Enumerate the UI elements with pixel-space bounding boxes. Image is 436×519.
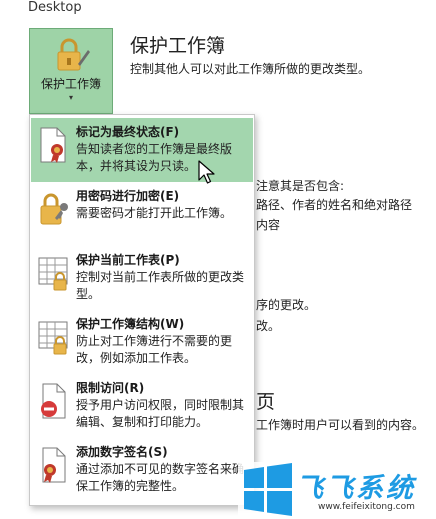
background-text: 内容 [256,218,281,232]
background-section-title: 页 [256,391,276,413]
workbook-lock-icon [38,321,68,355]
final-doc-icon [40,127,66,163]
menu-item-title: 添加数字签名(S) [76,445,168,459]
menu-item-description: 控制对当前工作表所做的更改类型。 [76,270,245,301]
background-text: 注意其是否包含: [256,179,345,193]
menu-item-description: 告知读者您的工作簿是最终版本，并将其设为只读。 [76,142,233,173]
menu-item-title: 用密码进行加密(E) [76,189,180,203]
menu-item-protect-sheet[interactable]: 保护当前工作表(P) 控制对当前工作表所做的更改类型。 [31,246,253,310]
background-text: 序的更改。 [256,298,317,312]
menu-item-mark-final[interactable]: 标记为最终状态(F) 告知读者您的工作簿是最终版本，并将其设为只读。 [31,118,253,182]
restrict-doc-icon [41,383,66,419]
menu-item-title: 标记为最终状态(F) [76,125,180,139]
signature-doc-icon [42,447,66,483]
menu-item-description: 授予用户访问权限，同时限制其编辑、复制和打印能力。 [76,398,245,429]
background-text: 改。 [256,319,281,333]
watermark-url: www.feifeixitong.com [318,502,415,512]
background-text: 工作簿时用户可以看到的内容。 [256,418,425,432]
menu-item-restrict-access[interactable]: 限制访问(R) 授予用户访问权限，同时限制其编辑、复制和打印能力。 [31,374,253,438]
protect-workbook-button[interactable]: 保护工作簿 ▾ [29,28,113,114]
mouse-pointer-icon [198,160,215,184]
menu-item-protect-workbook-structure[interactable]: 保护工作簿结构(W) 防止对工作簿进行不需要的更改，例如添加工作表。 [31,310,253,374]
menu-item-description: 防止对工作簿进行不需要的更改，例如添加工作表。 [76,334,233,365]
chevron-down-icon: ▾ [68,93,73,102]
lock-pen-icon [57,38,90,71]
menu-item-title: 保护工作簿结构(W) [76,317,185,331]
protect-dropdown-menu: 标记为最终状态(F) 告知读者您的工作簿是最终版本，并将其设为只读。 用密码进行… [29,114,255,506]
menu-item-title: 限制访问(R) [76,381,145,395]
location-label: Desktop [28,0,82,15]
menu-item-title: 保护当前工作表(P) [76,253,180,267]
lock-key-icon [40,193,68,225]
menu-item-digital-signature[interactable]: 添加数字签名(S) 通过添加不可见的数字签名来确保工作簿的完整性。 [31,438,253,502]
sheet-lock-icon [38,257,68,291]
section-description: 控制其他人可以对此工作簿所做的更改类型。 [130,62,371,76]
protect-button-label: 保护工作簿 [40,77,101,91]
section-title: 保护工作簿 [130,35,226,57]
watermark-brand: 飞飞系统 [296,473,416,504]
menu-item-description: 通过添加不可见的数字签名来确保工作簿的完整性。 [76,462,245,493]
background-text: 路径、作者的姓名和绝对路径 [256,198,413,212]
menu-item-description: 需要密码才能打开此工作簿。 [76,206,233,220]
menu-item-encrypt-password[interactable]: 用密码进行加密(E) 需要密码才能打开此工作簿。 [31,182,253,246]
